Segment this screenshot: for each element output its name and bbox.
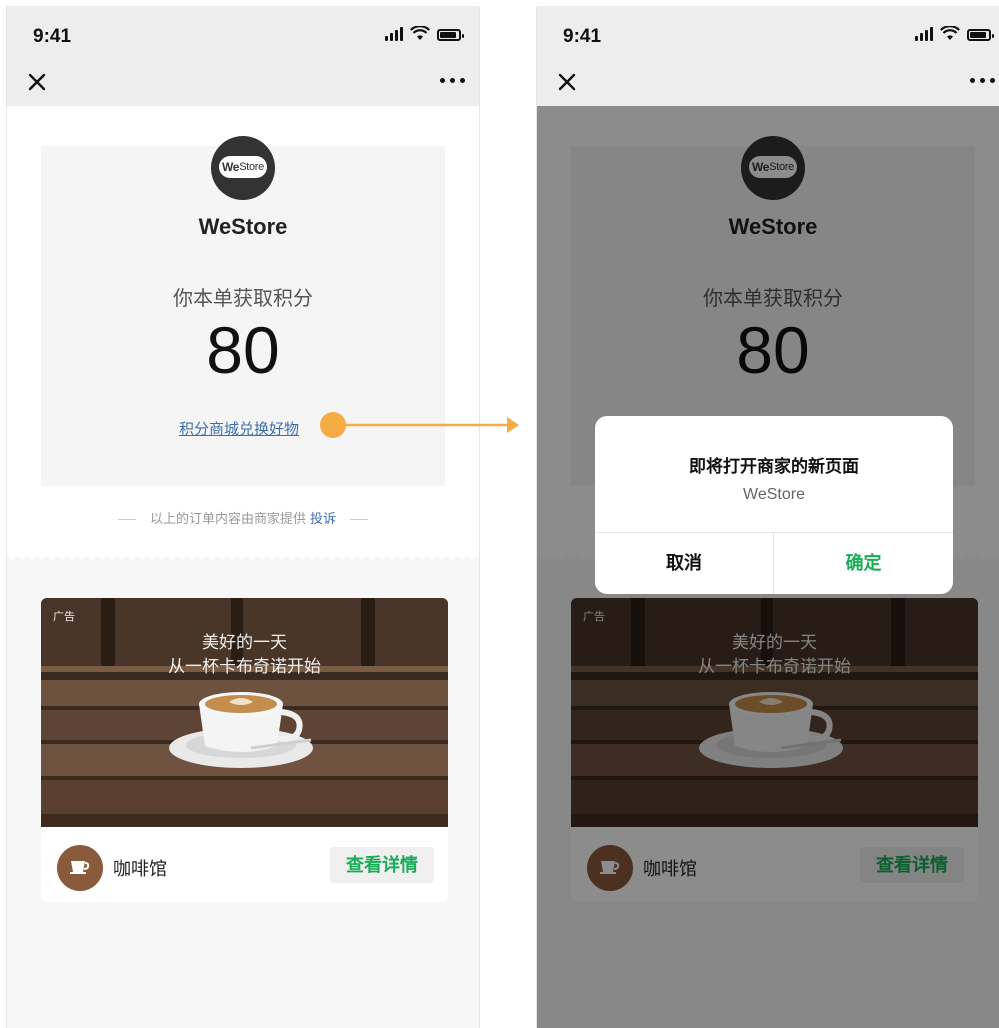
- status-bar: 9:41: [537, 6, 999, 62]
- ad-card[interactable]: 广告 美好的一天 从一杯卡布奇诺开始 咖啡馆 查看详情: [41, 598, 448, 902]
- wifi-icon: [410, 26, 430, 40]
- view-details-button[interactable]: 查看详情: [330, 847, 434, 883]
- nav-bar: 9:41: [7, 6, 479, 106]
- merchant-logo: We Store: [211, 136, 275, 200]
- ad-headline-1: 美好的一天: [202, 633, 287, 652]
- cancel-button[interactable]: 取消: [595, 533, 773, 594]
- points-value: 80: [206, 313, 280, 387]
- confirm-dialog: 即将打开商家的新页面 WeStore 取消 确定: [595, 416, 953, 594]
- points-mall-link[interactable]: 积分商城兑换好物: [179, 418, 299, 439]
- divider-right: [350, 519, 369, 521]
- signal-icon: [915, 27, 933, 41]
- phone-screen-after: 9:41 We Store WeStore 你本单获取积分 80 广告 美好的一…: [536, 6, 999, 1028]
- battery-icon: [967, 29, 994, 41]
- divider-left: [117, 519, 136, 521]
- shop-avatar: [57, 845, 103, 891]
- close-icon[interactable]: [25, 70, 49, 94]
- coffee-cup-icon: [70, 861, 90, 874]
- footnote-text: 以上的订单内容由商家提供: [149, 511, 306, 526]
- more-icon[interactable]: [440, 78, 465, 83]
- ad-headline-2: 从一杯卡布奇诺开始: [168, 657, 321, 676]
- phone-screen-before: 9:41 We Store WeStore 你本单获取积分 80 积分商城兑换好物…: [6, 6, 480, 1028]
- signal-icon: [385, 27, 403, 41]
- status-time: 9:41: [33, 26, 72, 47]
- order-footnote: 以上的订单内容由商家提供 投诉: [7, 508, 479, 527]
- ad-tag[interactable]: 广告: [53, 608, 75, 624]
- nav-bar: 9:41: [537, 6, 999, 106]
- confirm-button[interactable]: 确定: [774, 533, 953, 594]
- points-label: 你本单获取积分: [173, 288, 313, 310]
- shop-name: 咖啡馆: [113, 859, 167, 879]
- report-link[interactable]: 投诉: [310, 511, 336, 526]
- dialog-title: 即将打开商家的新页面: [689, 457, 859, 476]
- logo-text-light: Store: [239, 161, 264, 173]
- close-icon[interactable]: [555, 70, 579, 94]
- wifi-icon: [940, 26, 960, 40]
- status-icons: [385, 26, 464, 41]
- logo-text-bold: We: [222, 160, 240, 174]
- status-time: 9:41: [563, 26, 602, 47]
- more-icon[interactable]: [970, 78, 995, 83]
- status-bar: 9:41: [7, 6, 479, 62]
- merchant-name: WeStore: [198, 214, 288, 239]
- status-icons: [915, 26, 994, 41]
- transition-arrow-icon: [320, 412, 519, 438]
- battery-icon: [437, 29, 464, 41]
- ad-footer: 咖啡馆 查看详情: [41, 827, 448, 902]
- dialog-subtitle: WeStore: [743, 486, 805, 503]
